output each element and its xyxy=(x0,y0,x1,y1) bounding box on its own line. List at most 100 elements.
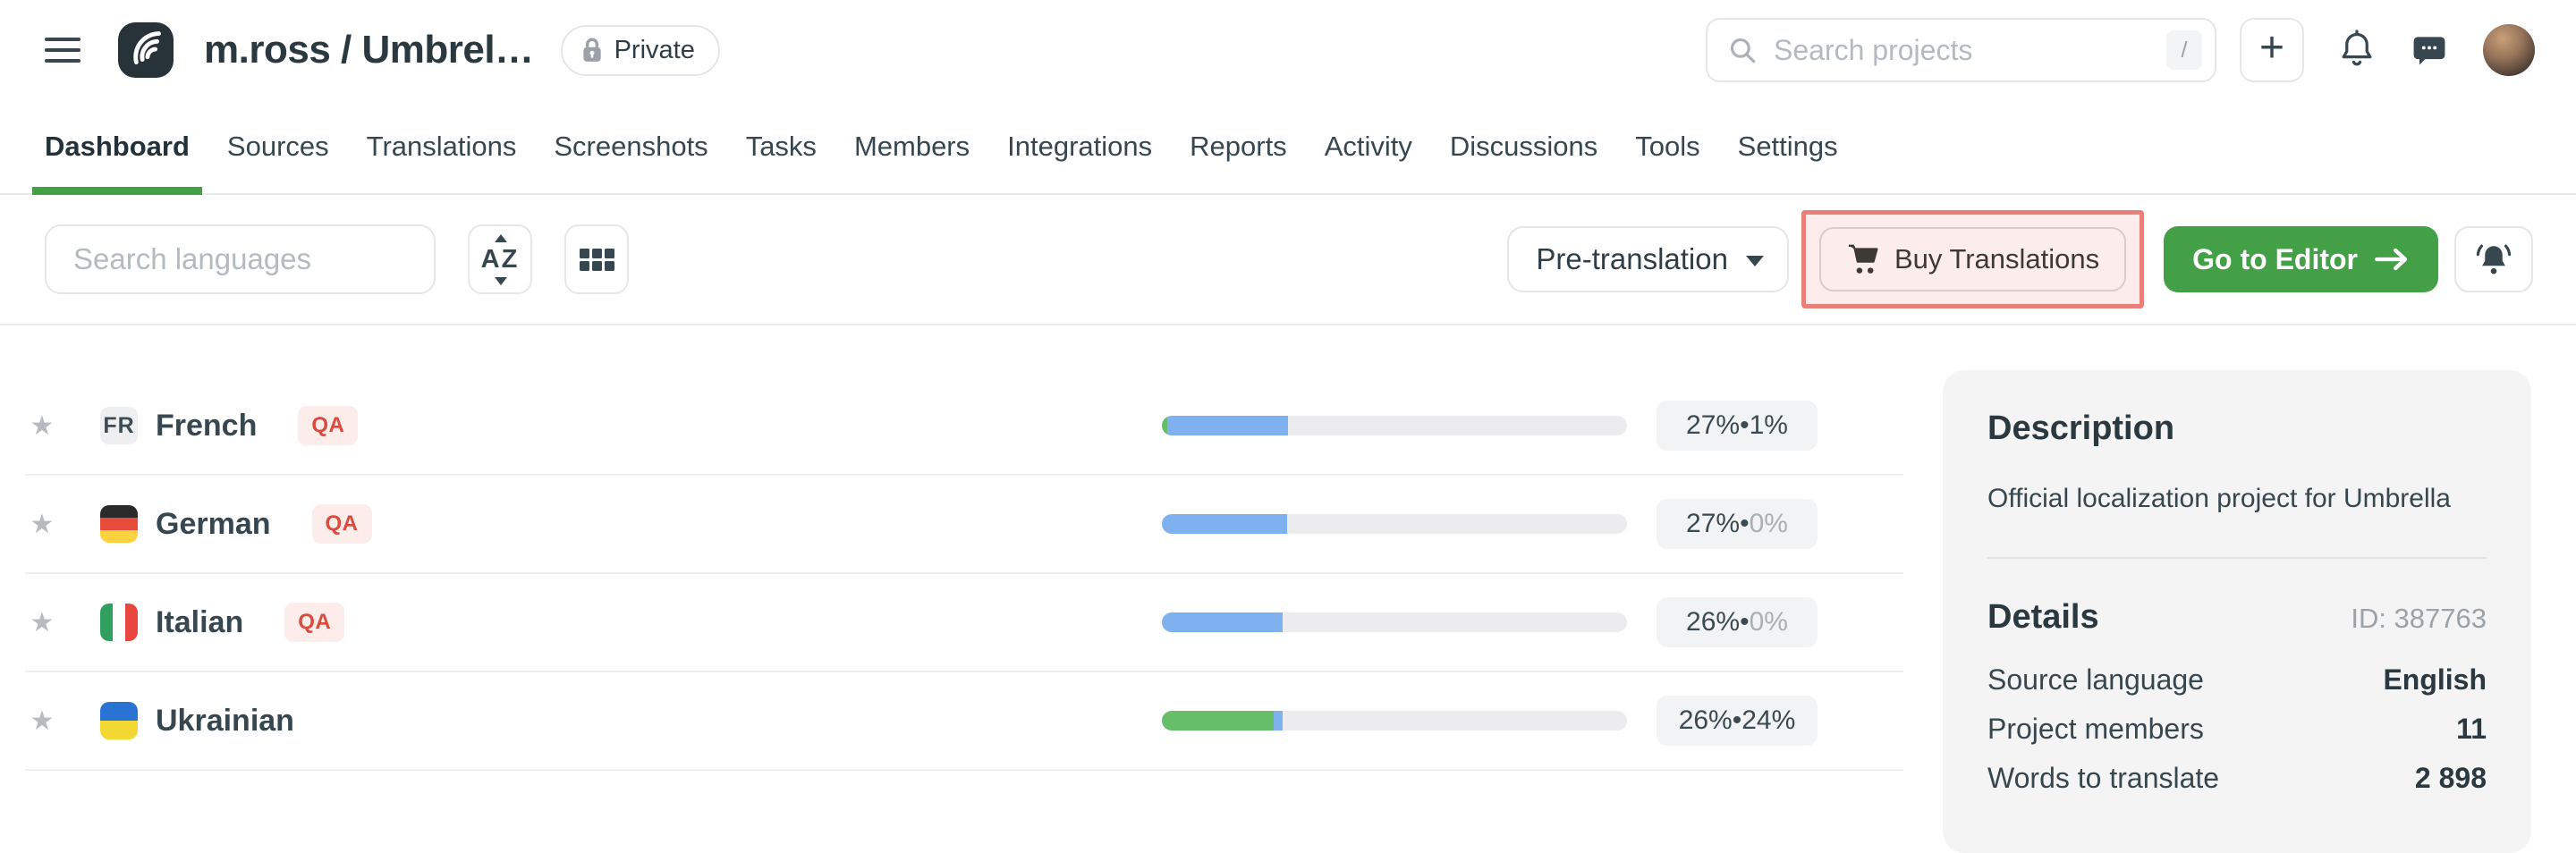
progress-percent-badge: 27% • 0% xyxy=(1657,499,1818,549)
top-header: m.ross / Umbrel… Private / + xyxy=(0,0,2576,100)
detail-row: Words to translate 2 898 xyxy=(1987,762,2487,795)
buy-translations-label: Buy Translations xyxy=(1894,243,2099,275)
project-search-box[interactable]: / xyxy=(1706,18,2216,82)
percent-separator: • xyxy=(1740,410,1750,441)
buy-translations-button[interactable]: Buy Translations xyxy=(1819,227,2126,291)
nav-tab-label: Reports xyxy=(1190,131,1287,163)
messages-chat-icon[interactable] xyxy=(2410,30,2449,70)
detail-label: Source language xyxy=(1987,663,2204,697)
detail-row: Project members 11 xyxy=(1987,713,2487,746)
nav-tab-label: Sources xyxy=(227,131,329,163)
approved-percent: 1% xyxy=(1750,410,1788,441)
translated-percent: 27% xyxy=(1686,509,1740,539)
description-text: Official localization project for Umbrel… xyxy=(1987,484,2487,514)
notifications-bell-icon[interactable] xyxy=(2338,30,2376,71)
nav-tab-label: Activity xyxy=(1325,131,1412,163)
nav-tab-label: Integrations xyxy=(1007,131,1152,163)
language-list: ★ FR French QA 27% • 1% ★ German QA xyxy=(25,377,1903,771)
sort-languages-button[interactable]: AZ xyxy=(468,224,532,294)
pre-translation-label: Pre-translation xyxy=(1536,242,1728,276)
detail-label: Project members xyxy=(1987,713,2204,746)
nav-tab[interactable]: Dashboard xyxy=(45,100,190,193)
search-projects-input[interactable] xyxy=(1772,33,2166,68)
language-row[interactable]: ★ Italian QA 26% • 0% xyxy=(25,574,1903,672)
nav-tab[interactable]: Tasks xyxy=(746,100,817,193)
progress-percent-badge: 27% • 1% xyxy=(1657,401,1818,451)
nav-tab-label: Dashboard xyxy=(45,131,190,163)
qa-issues-badge[interactable]: QA xyxy=(312,504,372,544)
nav-tab[interactable]: Discussions xyxy=(1450,100,1597,193)
user-avatar[interactable] xyxy=(2483,24,2535,76)
progress-percent-badge: 26% • 0% xyxy=(1657,597,1818,647)
translation-progress-bar xyxy=(1162,416,1627,435)
arrow-right-icon xyxy=(2374,246,2410,273)
nav-tab[interactable]: Screenshots xyxy=(554,100,708,193)
sort-az-icon: AZ xyxy=(479,245,521,274)
language-name: German xyxy=(156,507,271,542)
language-name: Italian xyxy=(156,605,243,640)
nav-tab[interactable]: Sources xyxy=(227,100,329,193)
approved-percent: 0% xyxy=(1750,607,1788,638)
nav-tab[interactable]: Activity xyxy=(1325,100,1412,193)
announcements-button[interactable] xyxy=(2454,226,2533,292)
grid-view-button[interactable] xyxy=(564,224,629,294)
pre-translation-dropdown[interactable]: Pre-translation xyxy=(1507,226,1789,292)
shopping-cart-icon xyxy=(1846,242,1880,276)
language-flag-icon xyxy=(100,604,138,641)
detail-value: English xyxy=(2383,663,2487,697)
nav-tab[interactable]: Integrations xyxy=(1007,100,1152,193)
nav-tab-label: Tools xyxy=(1635,131,1699,163)
favorite-star-icon[interactable]: ★ xyxy=(25,410,59,442)
translation-progress-bar xyxy=(1162,514,1627,534)
qa-issues-badge[interactable]: QA xyxy=(284,603,344,642)
favorite-star-icon[interactable]: ★ xyxy=(25,705,59,737)
nav-tab-label: Screenshots xyxy=(554,131,708,163)
project-id: ID: 387763 xyxy=(2351,603,2487,635)
details-heading: Details xyxy=(1987,598,2099,637)
nav-tab[interactable]: Translations xyxy=(367,100,517,193)
qa-issues-badge[interactable]: QA xyxy=(298,406,358,445)
language-flag-icon xyxy=(100,702,138,739)
percent-separator: • xyxy=(1733,705,1742,736)
favorite-star-icon[interactable]: ★ xyxy=(25,509,59,540)
keyboard-shortcut-hint: / xyxy=(2166,30,2202,70)
detail-value: 2 898 xyxy=(2415,762,2487,795)
detail-label: Words to translate xyxy=(1987,762,2219,795)
percent-separator: • xyxy=(1740,509,1750,539)
language-name: Ukrainian xyxy=(156,704,294,739)
nav-tab[interactable]: Tools xyxy=(1635,100,1699,193)
favorite-star-icon[interactable]: ★ xyxy=(25,607,59,638)
detail-row: Source language English xyxy=(1987,663,2487,697)
language-row[interactable]: ★ FR French QA 27% • 1% xyxy=(25,377,1903,476)
detail-value: 11 xyxy=(2456,713,2487,746)
create-project-button[interactable]: + xyxy=(2240,18,2304,82)
go-to-editor-label: Go to Editor xyxy=(2192,243,2358,276)
chevron-down-icon xyxy=(1746,256,1764,266)
nav-tab[interactable]: Settings xyxy=(1738,100,1838,193)
go-to-editor-button[interactable]: Go to Editor xyxy=(2164,226,2438,292)
translated-percent: 26% xyxy=(1679,705,1733,736)
language-row[interactable]: ★ German QA 27% • 0% xyxy=(25,476,1903,574)
language-search-box[interactable] xyxy=(45,224,436,294)
search-icon xyxy=(1727,35,1758,65)
language-flag-icon xyxy=(100,505,138,543)
translation-progress-bar xyxy=(1162,612,1627,632)
grid-view-icon xyxy=(580,249,614,271)
translation-progress-bar xyxy=(1162,711,1627,731)
percent-separator: • xyxy=(1740,607,1750,638)
nav-tab[interactable]: Members xyxy=(854,100,970,193)
translated-percent: 26% xyxy=(1686,607,1740,638)
details-list: Source language English Project members … xyxy=(1987,663,2487,795)
description-heading: Description xyxy=(1987,410,2487,448)
language-name: French xyxy=(156,409,257,443)
hamburger-menu-icon[interactable] xyxy=(45,38,80,63)
nav-tab[interactable]: Reports xyxy=(1190,100,1287,193)
private-badge-label: Private xyxy=(614,36,695,65)
panel-divider xyxy=(1987,557,2487,559)
project-info-panel: Description Official localization projec… xyxy=(1943,370,2531,853)
nav-tab-label: Members xyxy=(854,131,970,163)
nav-tab-label: Settings xyxy=(1738,131,1838,163)
language-row[interactable]: ★ Ukrainian 26% • 24% xyxy=(25,672,1903,771)
crowdin-logo-icon[interactable] xyxy=(118,22,174,78)
search-languages-input[interactable] xyxy=(72,241,425,277)
